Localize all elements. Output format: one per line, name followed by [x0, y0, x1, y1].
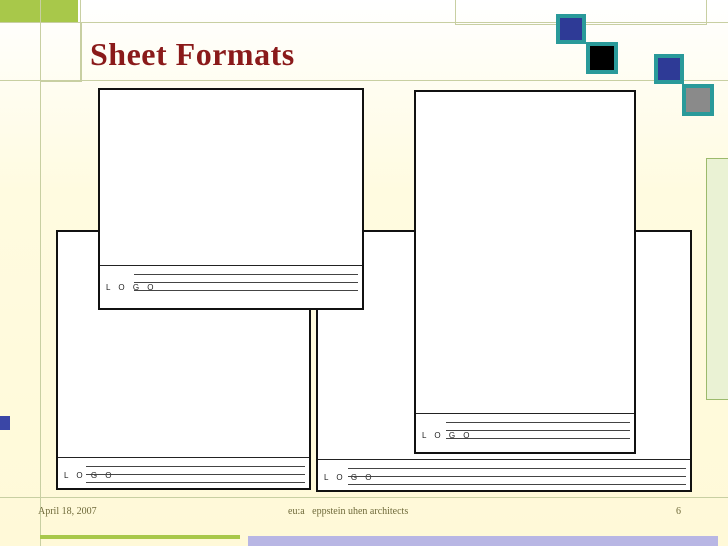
bottom-left-blue-box [0, 416, 10, 430]
footer-date: April 18, 2007 [38, 506, 97, 517]
right-green-box [706, 158, 728, 400]
square-blue-icon [556, 14, 586, 44]
frame-line [0, 80, 728, 81]
logo-label: L O G O [324, 473, 375, 482]
square-gray-icon [682, 84, 714, 116]
frame-line [80, 0, 81, 80]
frame-line [40, 0, 41, 546]
logo-label: L O G O [64, 471, 115, 480]
title-block: L O G O [416, 413, 634, 448]
title-block: L O G O [58, 457, 309, 488]
left-frame-box [40, 22, 82, 82]
square-black-icon [586, 42, 618, 74]
square-blue-icon [654, 54, 684, 84]
page-number: 6 [676, 506, 681, 517]
frame-line [0, 497, 728, 498]
title-block: L O G O [318, 459, 690, 490]
bottom-green-line [40, 535, 240, 539]
footer-center-text: eu:a eppstein uhen architects [288, 506, 409, 517]
bottom-purple-bar [248, 536, 718, 546]
slide-title: Sheet Formats [90, 36, 295, 72]
title-block: L O G O [100, 265, 362, 300]
sheet-portrait-left: L O G O [98, 88, 364, 310]
top-left-green-box [0, 0, 78, 22]
sheet-portrait-right: L O G O [414, 90, 636, 454]
